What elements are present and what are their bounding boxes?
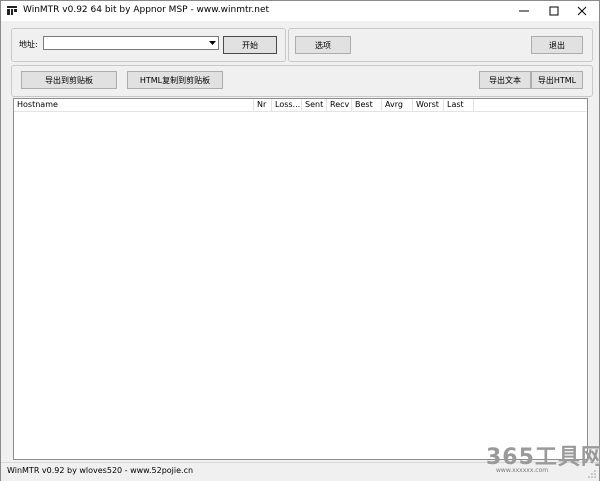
results-table[interactable]: Hostname Nr Loss... Sent Recv Best Avrg … bbox=[13, 98, 588, 460]
title-bar[interactable]: WinMTR v0.92 64 bit by Appnor MSP - www.… bbox=[1, 1, 599, 21]
site-watermark-logo: 365工具网 www.xxxxxx.com bbox=[484, 437, 600, 477]
column-header-avrg[interactable]: Avrg bbox=[382, 99, 413, 111]
exit-button[interactable]: 退出 bbox=[531, 36, 583, 54]
minimize-icon bbox=[519, 10, 529, 12]
close-icon bbox=[577, 6, 587, 16]
maximize-icon bbox=[549, 6, 559, 16]
minimize-button[interactable] bbox=[509, 1, 539, 21]
options-button[interactable]: 选项 bbox=[295, 36, 351, 54]
winmtr-window: WinMTR v0.92 64 bit by Appnor MSP - www.… bbox=[0, 0, 600, 481]
column-header-nr[interactable]: Nr bbox=[254, 99, 272, 111]
column-header-worst[interactable]: Worst bbox=[413, 99, 444, 111]
column-header-last[interactable]: Last bbox=[444, 99, 474, 111]
maximize-button[interactable] bbox=[539, 1, 569, 21]
copy-html-to-clipboard-button[interactable]: HTML复制到剪贴板 bbox=[127, 71, 223, 89]
window-title: WinMTR v0.92 64 bit by Appnor MSP - www.… bbox=[23, 5, 270, 15]
column-header-recv[interactable]: Recv bbox=[327, 99, 352, 111]
column-header-sent[interactable]: Sent bbox=[302, 99, 327, 111]
watermark-subtext: www.xxxxxx.com bbox=[496, 467, 549, 474]
export-text-button[interactable]: 导出文本 bbox=[479, 71, 531, 89]
column-header-best[interactable]: Best bbox=[352, 99, 382, 111]
address-label: 地址: bbox=[19, 40, 38, 49]
address-combobox[interactable] bbox=[43, 36, 219, 50]
chevron-down-icon[interactable] bbox=[208, 38, 217, 48]
column-header-hostname[interactable]: Hostname bbox=[14, 99, 254, 111]
export-html-button[interactable]: 导出HTML bbox=[531, 71, 583, 89]
app-icon bbox=[7, 6, 17, 15]
copy-text-to-clipboard-button[interactable]: 导出到剪贴板 bbox=[21, 71, 117, 89]
close-button[interactable] bbox=[567, 1, 597, 21]
column-header-loss[interactable]: Loss... bbox=[272, 99, 302, 111]
status-text: WinMTR v0.92 by wloves520 - www.52pojie.… bbox=[7, 466, 194, 475]
start-button[interactable]: 开始 bbox=[223, 36, 277, 54]
table-header: Hostname Nr Loss... Sent Recv Best Avrg … bbox=[14, 99, 587, 112]
